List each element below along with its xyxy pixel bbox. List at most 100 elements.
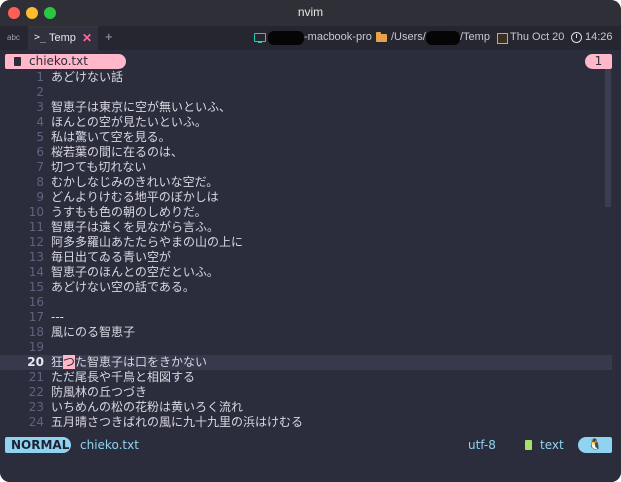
- line-number: 23: [28, 400, 44, 414]
- text-line[interactable]: 4 ほんとの空が見たいといふ。: [0, 115, 612, 130]
- time-display: 14:26: [585, 31, 613, 43]
- line-text-before-cursor: 狂: [51, 355, 64, 369]
- line-text[interactable]: どんよりけむる地平のぼかしは: [51, 190, 219, 205]
- text-line[interactable]: 7 切つても切れない: [0, 160, 612, 175]
- date-display: Thu Oct 20: [510, 31, 565, 43]
- line-number: 12: [28, 235, 44, 249]
- buffer-tab-chieko[interactable]: chieko.txt: [5, 54, 126, 69]
- text-line[interactable]: 1 あどけない話: [0, 70, 612, 85]
- tab-bar: abc >_ Temp ✕ + -macbook-pro /Users/ /Te…: [0, 26, 621, 50]
- line-text[interactable]: 智恵子は東京に空が無いといふ、: [51, 100, 231, 115]
- text-line[interactable]: 24 五月晴さつきばれの風に九十九里の浜はけむる: [0, 415, 612, 430]
- line-text[interactable]: うすもも色の朝のしめりだ。: [51, 205, 207, 220]
- text-line[interactable]: 5 私は驚いて空を見る。: [0, 130, 612, 145]
- line-text[interactable]: 毎日出てゐる青い空が: [51, 250, 171, 265]
- line-number: 19: [28, 340, 44, 354]
- text-line[interactable]: 13 毎日出てゐる青い空が: [0, 250, 612, 265]
- line-number: 22: [28, 385, 44, 399]
- filetype-icon: [525, 440, 532, 450]
- text-line[interactable]: 23 いちめんの松の花粉は黄いろく流れ: [0, 400, 612, 415]
- line-text[interactable]: むかしなじみのきれいな空だ。: [51, 175, 218, 190]
- line-number: 5: [36, 130, 44, 144]
- line-text[interactable]: ただ尾長や千鳥と相図する: [51, 370, 195, 385]
- text-line[interactable]: 18 風にのる智恵子: [0, 325, 612, 340]
- text-line[interactable]: 19: [0, 340, 612, 355]
- redacted-username: [426, 31, 460, 45]
- input-source-indicator: abc: [7, 33, 20, 42]
- line-number: 14: [28, 265, 44, 279]
- text-line[interactable]: 6 桜若葉の間に在るのは、: [0, 145, 612, 160]
- linux-icon: 🐧: [578, 437, 612, 453]
- clock-icon: [571, 32, 582, 43]
- text-line[interactable]: 15 あどけない空の話である。: [0, 280, 612, 295]
- text-line[interactable]: 3 智恵子は東京に空が無いといふ、: [0, 100, 612, 115]
- line-text[interactable]: 桜若葉の間に在るのは、: [51, 145, 183, 160]
- line-number: 15: [28, 280, 44, 294]
- line-text[interactable]: ほんとの空が見たいといふ。: [51, 115, 207, 130]
- hostname: -macbook-pro: [304, 31, 372, 43]
- text-line[interactable]: 9 どんよりけむる地平のぼかしは: [0, 190, 612, 205]
- title-bar: nvim: [0, 0, 621, 26]
- line-number: 4: [36, 115, 44, 129]
- path-suffix: /Temp: [460, 31, 490, 43]
- buffer-count: 1: [585, 54, 612, 69]
- file-icon: [14, 57, 21, 66]
- scroll-thumb[interactable]: [605, 69, 611, 207]
- text-line[interactable]: 16: [0, 295, 612, 310]
- text-line[interactable]: 14 智恵子のほんとの空だといふ。: [0, 265, 612, 280]
- line-number: 7: [36, 160, 44, 174]
- line-number: 24: [28, 415, 44, 429]
- tab-temp[interactable]: >_ Temp ✕: [28, 26, 98, 50]
- text-line[interactable]: 20 狂つた智恵子は口をきかない: [0, 355, 612, 370]
- monitor-icon: [254, 33, 266, 43]
- calendar-icon: [497, 33, 508, 44]
- new-tab-button[interactable]: +: [105, 29, 113, 44]
- line-number: 2: [36, 85, 44, 99]
- line-text[interactable]: いちめんの松の花粉は黄いろく流れ: [51, 400, 243, 415]
- line-number: 6: [36, 145, 44, 159]
- text-line[interactable]: 11 智恵子は遠くを見ながら言ふ。: [0, 220, 612, 235]
- tab-label: Temp: [49, 32, 76, 44]
- line-number: 9: [36, 190, 44, 204]
- terminal-prompt-icon: >_: [34, 32, 47, 43]
- line-text[interactable]: 狂つた智恵子は口をきかない: [51, 355, 207, 370]
- line-number: 10: [28, 205, 44, 219]
- statusline-filename: chieko.txt: [80, 438, 139, 452]
- redacted-hostname: [268, 31, 304, 45]
- line-text[interactable]: 智恵子は遠くを見ながら言ふ。: [51, 220, 219, 235]
- text-line[interactable]: 22 防風林の丘つづき: [0, 385, 612, 400]
- line-number: 17: [28, 310, 44, 324]
- text-line[interactable]: 2: [0, 85, 612, 100]
- text-line[interactable]: 12 阿多多羅山あたたらやまの山の上に: [0, 235, 612, 250]
- path-prefix: /Users/: [391, 31, 426, 43]
- line-text[interactable]: ---: [51, 310, 64, 325]
- text-line[interactable]: 21 ただ尾長や千鳥と相図する: [0, 370, 612, 385]
- file-encoding: utf-8: [468, 438, 496, 452]
- text-line[interactable]: 17 ---: [0, 310, 612, 325]
- line-text[interactable]: 風にのる智恵子: [51, 325, 135, 340]
- line-text[interactable]: 五月晴さつきばれの風に九十九里の浜はけむる: [51, 415, 303, 430]
- window-title: nvim: [297, 5, 324, 19]
- cursor: つ: [63, 355, 76, 369]
- mode-indicator: NORMAL: [5, 437, 71, 453]
- line-text[interactable]: 阿多多羅山あたたらやまの山の上に: [51, 235, 243, 250]
- text-line[interactable]: 10 うすもも色の朝のしめりだ。: [0, 205, 612, 220]
- line-text[interactable]: 切つても切れない: [51, 160, 146, 175]
- line-text[interactable]: あどけない話: [51, 70, 123, 85]
- line-number: 21: [28, 370, 44, 384]
- text-line[interactable]: 8 むかしなじみのきれいな空だ。: [0, 175, 612, 190]
- close-tab-icon[interactable]: ✕: [82, 31, 92, 45]
- line-text[interactable]: 防風林の丘つづき: [51, 385, 147, 400]
- line-number: 8: [36, 175, 44, 189]
- line-number: 1: [36, 70, 44, 84]
- line-text-after-cursor: た智恵子は口をきかない: [75, 355, 208, 369]
- line-number: 16: [28, 295, 44, 309]
- line-text[interactable]: あどけない空の話である。: [51, 280, 195, 295]
- line-number: 18: [28, 325, 44, 339]
- terminal-window: nvim abc >_ Temp ✕ + -macbook-pro /Users…: [0, 0, 621, 482]
- line-text[interactable]: 智恵子のほんとの空だといふ。: [51, 265, 219, 280]
- line-text[interactable]: 私は驚いて空を見る。: [51, 130, 171, 145]
- file-type: text: [540, 438, 564, 452]
- line-number: 11: [28, 220, 44, 234]
- scrollbar[interactable]: [605, 69, 611, 207]
